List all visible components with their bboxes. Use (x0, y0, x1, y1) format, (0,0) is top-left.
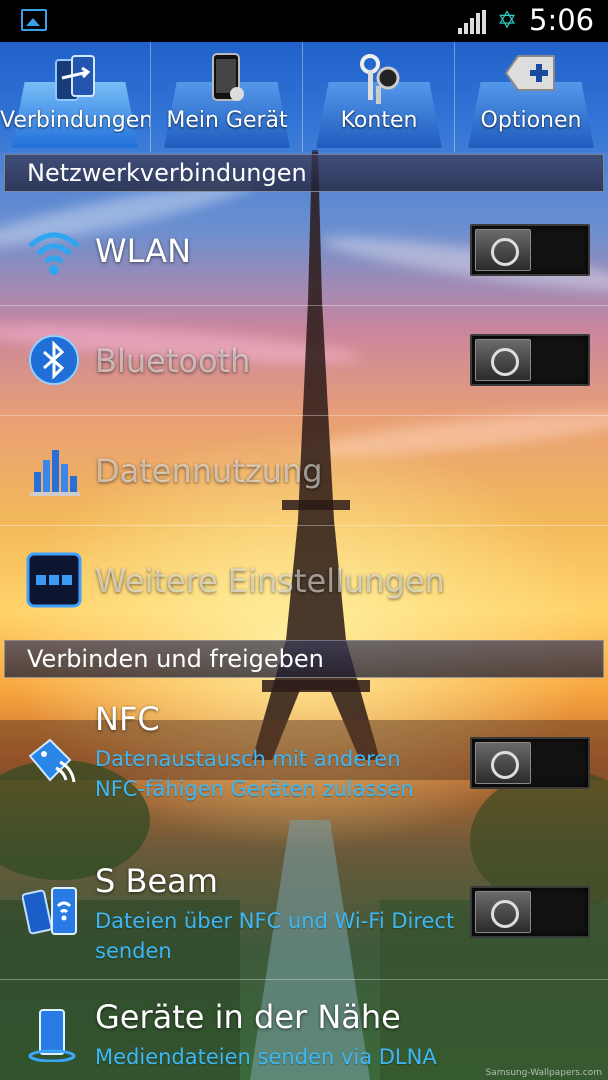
battery-icon: ✡ (497, 6, 518, 34)
list-item-bluetooth[interactable]: Bluetooth (0, 306, 608, 416)
status-bar: ✡ 5:06 (0, 0, 608, 42)
list-item-nearby-devices[interactable]: Geräte in der Nähe Mediendateien senden … (0, 980, 608, 1080)
settings-tab-bar: Verbindungen Mein Gerät Konten Optionen (0, 42, 608, 152)
nearby-devices-description: Mediendateien senden via DLNA (95, 1045, 437, 1069)
bar-chart-icon (30, 450, 80, 496)
section-header-network: Netzwerkverbindungen (4, 154, 604, 192)
nearby-devices-title: Geräte in der Nähe (95, 998, 401, 1036)
list-item-more-settings[interactable]: Weitere Einstellungen (0, 526, 608, 638)
tab-options-label: Optionen (480, 108, 582, 133)
bluetooth-icon (29, 335, 79, 385)
tab-options[interactable]: Optionen (456, 42, 606, 152)
tab-my-device[interactable]: Mein Gerät (152, 42, 303, 152)
s-beam-icon (22, 887, 77, 935)
nfc-description: Datenaustausch mit anderen NFC-fähigen G… (95, 747, 414, 801)
list-item-wlan[interactable]: WLAN (0, 194, 608, 306)
list-item-s-beam[interactable]: S Beam Dateien über NFC und Wi-Fi Direct… (0, 840, 608, 980)
watermark: Samsung-Wallpapers.com (485, 1068, 602, 1078)
more-dots-icon (26, 552, 82, 608)
wlan-title: WLAN (95, 232, 192, 270)
connections-icon (55, 55, 95, 101)
nfc-title: NFC (95, 700, 160, 738)
nfc-tag-icon (28, 738, 76, 783)
image-notification-icon (21, 9, 47, 31)
bluetooth-title: Bluetooth (95, 342, 251, 380)
list-item-data-usage[interactable]: Datennutzung (0, 416, 608, 526)
tab-connections-label: Verbindungen (0, 108, 150, 133)
tab-accounts[interactable]: Konten (304, 42, 455, 152)
section-header-connect-share: Verbinden und freigeben (4, 640, 604, 678)
tab-accounts-label: Konten (340, 108, 418, 133)
s-beam-title: S Beam (95, 862, 218, 900)
bluetooth-toggle[interactable] (470, 334, 590, 386)
section-connect-share-label: Verbinden und freigeben (27, 645, 324, 673)
signal-icon (458, 10, 488, 34)
section-network-label: Netzwerkverbindungen (27, 159, 307, 187)
wlan-toggle[interactable] (470, 224, 590, 276)
nfc-toggle[interactable] (470, 737, 590, 789)
phone-device-icon (212, 53, 244, 101)
s-beam-description: Dateien über NFC und Wi-Fi Direct senden (95, 909, 455, 963)
data-usage-title: Datennutzung (95, 452, 323, 490)
more-settings-title: Weitere Einstellungen (95, 562, 445, 600)
wifi-icon (28, 232, 80, 275)
s-beam-toggle[interactable] (470, 886, 590, 938)
keys-icon (360, 54, 400, 104)
tab-connections[interactable]: Verbindungen (0, 42, 151, 152)
tab-my-device-label: Mein Gerät (166, 108, 288, 133)
status-time: 5:06 (529, 3, 595, 37)
options-plus-icon (504, 55, 555, 91)
list-item-nfc[interactable]: NFC Datenaustausch mit anderen NFC-fähig… (0, 680, 608, 840)
nearby-devices-icon (28, 1009, 76, 1062)
